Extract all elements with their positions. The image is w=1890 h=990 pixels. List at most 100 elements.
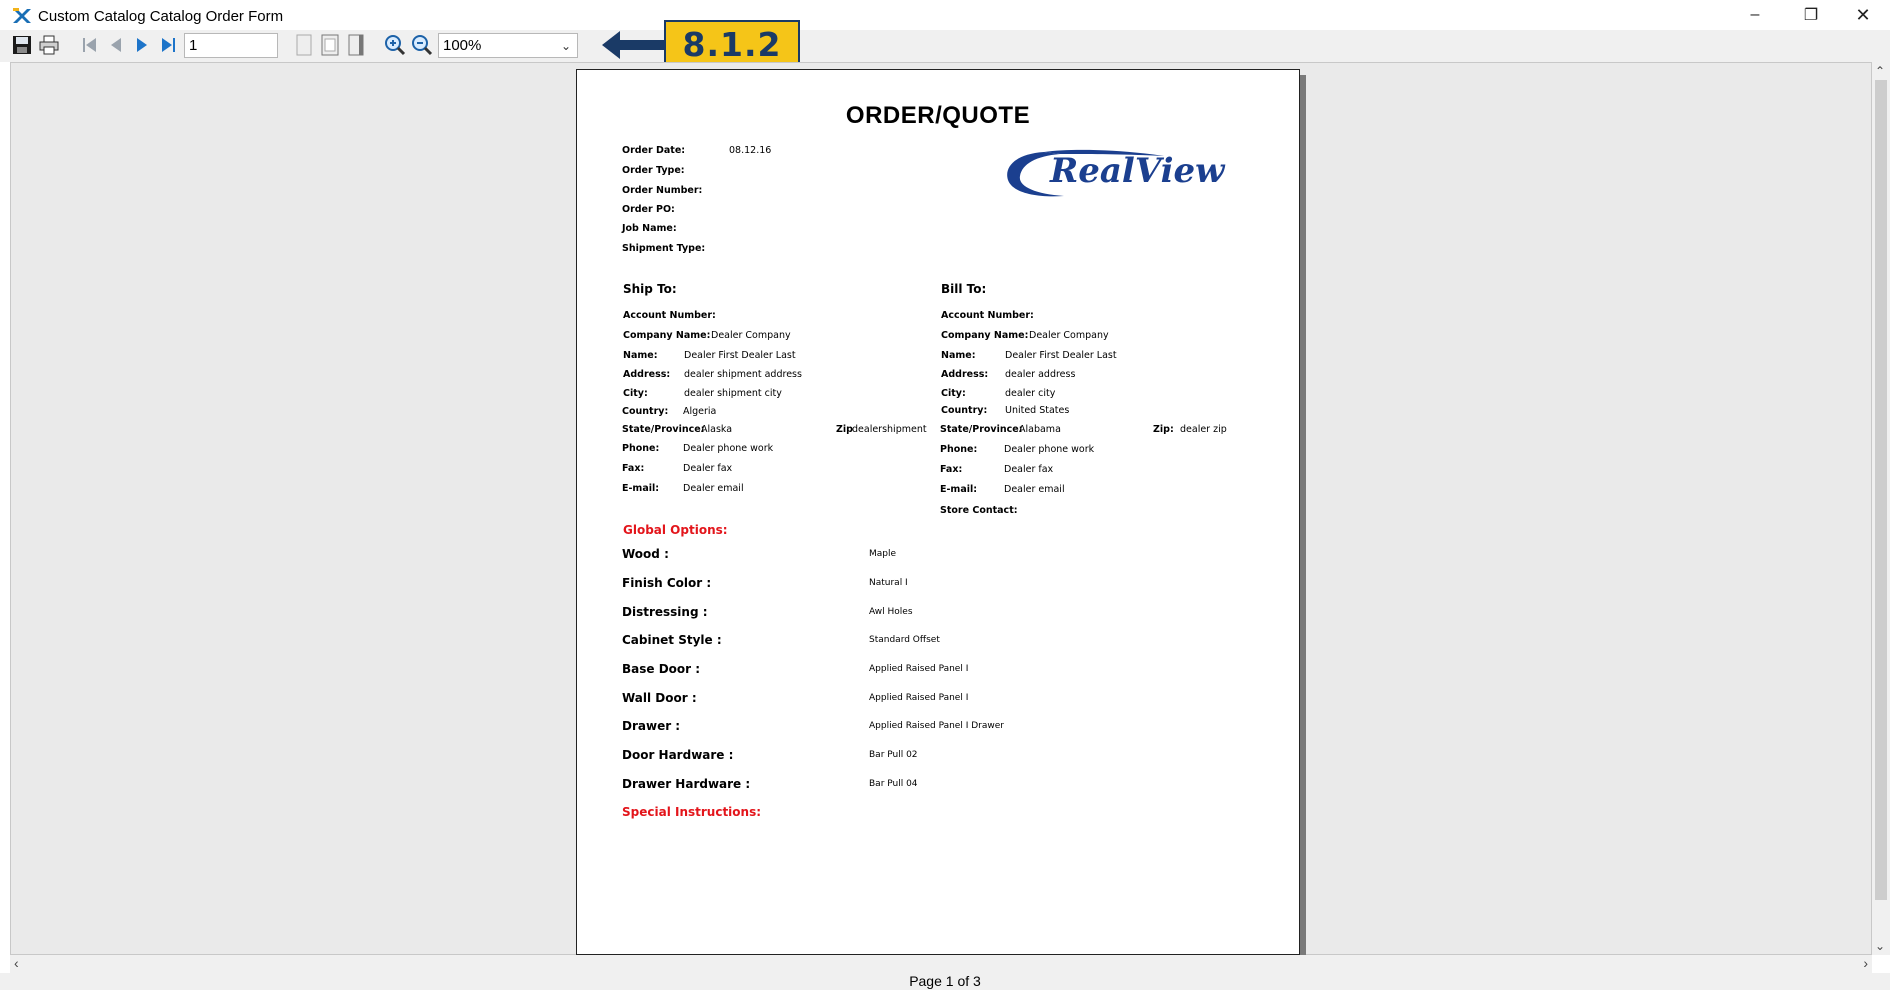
minimize-button[interactable]: – xyxy=(1732,0,1778,30)
store-contact-label: Store Contact: xyxy=(940,505,1018,516)
bill-zip-label: Zip: xyxy=(1153,424,1174,435)
option-value: Awl Holes xyxy=(869,607,913,617)
ship-address-label: Address: xyxy=(623,369,671,380)
multi-page-icon[interactable] xyxy=(318,33,342,57)
logo-text: RealView xyxy=(1049,151,1226,191)
restore-button[interactable]: ❐ xyxy=(1788,0,1834,30)
chevron-down-icon: ⌄ xyxy=(560,39,571,53)
ship-zip-label: Zip xyxy=(836,424,853,435)
order-po-label: Order PO: xyxy=(622,204,675,215)
ship-fax-value: Dealer fax xyxy=(683,463,733,474)
job-name-label: Job Name: xyxy=(622,223,677,234)
option-label: Wood : xyxy=(622,547,669,561)
prev-page-icon[interactable] xyxy=(104,33,128,57)
ship-name-value: Dealer First Dealer Last xyxy=(684,350,796,361)
bill-fax-label: Fax: xyxy=(940,464,963,475)
ship-fax-label: Fax: xyxy=(622,463,645,474)
close-button[interactable]: ✕ xyxy=(1840,0,1886,30)
scroll-left-icon[interactable]: ‹ xyxy=(14,955,19,971)
single-page-icon[interactable] xyxy=(292,33,316,57)
option-label: Door Hardware : xyxy=(622,748,734,762)
zoom-in-icon[interactable] xyxy=(383,33,407,57)
window-title: Custom Catalog Catalog Order Form xyxy=(38,8,284,25)
next-page-icon[interactable] xyxy=(130,33,154,57)
horizontal-scrollbar[interactable]: ‹ › xyxy=(10,955,1872,973)
zoom-out-icon[interactable] xyxy=(410,33,434,57)
page-width-icon[interactable] xyxy=(344,33,368,57)
bill-phone-label: Phone: xyxy=(940,444,978,455)
bill-fax-value: Dealer fax xyxy=(1004,464,1054,475)
ship-phone-label: Phone: xyxy=(622,443,660,454)
zoom-value: 100% xyxy=(443,37,482,54)
bill-email-value: Dealer email xyxy=(1004,484,1065,495)
save-icon[interactable] xyxy=(10,33,34,57)
bill-email-label: E-mail: xyxy=(940,484,978,495)
ship-account-number-label: Account Number: xyxy=(623,310,716,321)
bill-city-label: City: xyxy=(941,388,966,399)
option-label: Cabinet Style : xyxy=(622,633,722,647)
bill-zip-value: dealer zip xyxy=(1180,424,1227,435)
bill-account-number-label: Account Number: xyxy=(941,310,1034,321)
ship-zip-value: dealershipment xyxy=(852,424,927,435)
order-number-label: Order Number: xyxy=(622,185,703,196)
ship-city-value: dealer shipment city xyxy=(684,388,782,399)
option-label: Distressing : xyxy=(622,605,708,619)
ship-phone-value: Dealer phone work xyxy=(683,443,774,454)
page-shadow xyxy=(1300,75,1306,955)
special-instructions-heading: Special Instructions: xyxy=(622,805,762,819)
bill-company-value: Dealer Company xyxy=(1029,330,1109,341)
bill-address-label: Address: xyxy=(941,369,989,380)
ship-country-value: Algeria xyxy=(683,406,717,417)
first-page-icon[interactable] xyxy=(78,33,102,57)
option-value: Natural I xyxy=(869,578,908,588)
bill-name-label: Name: xyxy=(941,350,976,361)
scroll-up-icon[interactable]: ⌃ xyxy=(1875,64,1885,78)
order-date-value: 08.12.16 xyxy=(729,145,772,156)
ship-email-label: E-mail: xyxy=(622,483,660,494)
document-title: ORDER/QUOTE xyxy=(845,102,1031,129)
print-icon[interactable] xyxy=(37,33,61,57)
option-label: Drawer Hardware : xyxy=(622,777,751,791)
option-value: Applied Raised Panel I Drawer xyxy=(869,721,1004,731)
realview-logo: RealView xyxy=(1004,146,1230,200)
bill-name-value: Dealer First Dealer Last xyxy=(1005,350,1117,361)
last-page-icon[interactable] xyxy=(156,33,180,57)
ship-to-heading: Ship To: xyxy=(623,282,677,296)
option-value: Bar Pull 02 xyxy=(869,750,918,760)
ship-state-value: Alaska xyxy=(701,424,733,435)
option-label: Finish Color : xyxy=(622,576,712,590)
bill-to-heading: Bill To: xyxy=(941,282,987,296)
ship-email-value: Dealer email xyxy=(683,483,744,494)
order-type-label: Order Type: xyxy=(622,165,685,176)
ship-company-label: Company Name: xyxy=(623,330,711,341)
shipment-type-label: Shipment Type: xyxy=(622,243,706,254)
global-options-heading: Global Options: xyxy=(623,523,728,537)
bill-country-label: Country: xyxy=(941,405,988,416)
vertical-scroll-thumb[interactable] xyxy=(1875,80,1887,900)
ship-country-label: Country: xyxy=(622,406,669,417)
callout-arrow-icon xyxy=(600,27,670,63)
title-bar: Custom Catalog Catalog Order Form – ❐ ✕ xyxy=(0,0,1890,30)
report-toolbar: 100% ⌄ xyxy=(0,30,1890,62)
bill-state-label: State/Province: xyxy=(940,424,1023,435)
report-page: ORDER/QUOTE Order Date: 08.12.16 Order T… xyxy=(576,69,1300,955)
option-value: Bar Pull 04 xyxy=(869,779,918,789)
bill-phone-value: Dealer phone work xyxy=(1004,444,1095,455)
option-value: Maple xyxy=(869,549,897,559)
bill-address-value: dealer address xyxy=(1005,369,1076,380)
scroll-right-icon[interactable]: › xyxy=(1863,955,1868,971)
page-number-input[interactable] xyxy=(184,33,278,58)
vertical-scrollbar[interactable]: ⌃ ⌄ xyxy=(1872,62,1890,955)
bill-country-value: United States xyxy=(1005,405,1070,416)
ship-name-label: Name: xyxy=(623,350,658,361)
app-icon xyxy=(12,7,32,25)
option-value: Applied Raised Panel I xyxy=(869,693,969,703)
option-value: Standard Offset xyxy=(869,635,940,645)
ship-state-label: State/Province: xyxy=(622,424,705,435)
ship-city-label: City: xyxy=(623,388,648,399)
scroll-down-icon[interactable]: ⌄ xyxy=(1875,939,1885,953)
bill-city-value: dealer city xyxy=(1005,388,1056,399)
option-label: Drawer : xyxy=(622,719,681,733)
zoom-select[interactable]: 100% ⌄ xyxy=(438,33,578,58)
bill-state-value: Alabama xyxy=(1019,424,1061,435)
